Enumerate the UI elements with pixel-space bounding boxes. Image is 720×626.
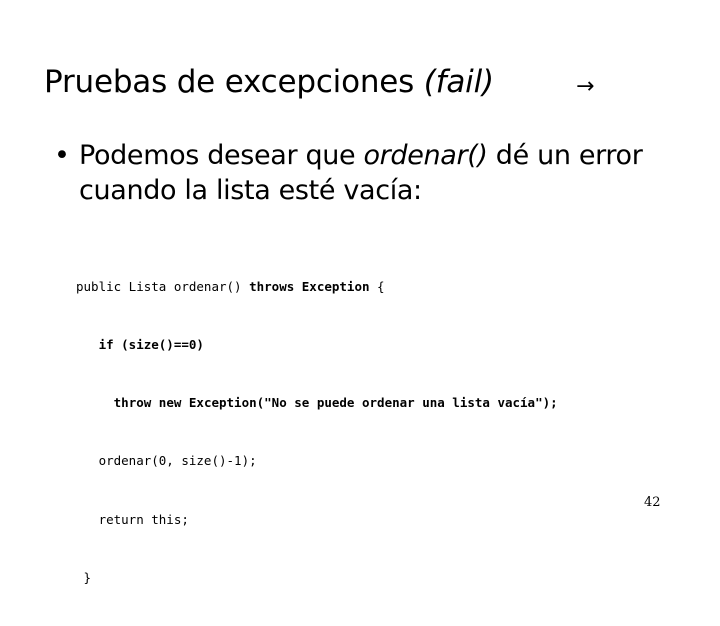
code-token-brace: { <box>369 278 385 294</box>
code-line: return this; <box>76 510 558 529</box>
right-arrow-icon: → <box>576 74 595 99</box>
page-number: 42 <box>644 495 661 510</box>
page-title: Pruebas de excepciones (fail) <box>44 63 644 101</box>
list-item: • Podemos desear que ordenar() dé un erro… <box>46 138 706 208</box>
page-title-italic: (fail) <box>423 64 494 100</box>
bullet-text-part-1: Podemos desear que <box>79 140 364 171</box>
bullet-list: • Podemos desear que ordenar() dé un erro… <box>46 138 706 208</box>
code-line: throw new Exception("No se puede ordenar… <box>76 393 558 412</box>
page-title-plain: Pruebas de excepciones <box>44 64 424 100</box>
bullet-point-icon: • <box>54 140 70 171</box>
code-block: public Lista ordenar() throws Exception … <box>76 238 558 626</box>
code-token-brace: } <box>83 569 92 585</box>
code-token: public Lista ordenar() <box>76 278 250 294</box>
code-token-keyword: if (size()==0) <box>98 337 204 353</box>
code-token-keyword: throw new Exception("No se puede ordenar… <box>113 395 558 411</box>
code-line: } <box>76 568 558 587</box>
code-token: return this; <box>98 511 189 527</box>
code-line: if (size()==0) <box>76 335 558 354</box>
code-token: ordenar(0, size()-1); <box>98 453 257 469</box>
slide-canvas: Pruebas de excepciones (fail) → • Podemos… <box>0 0 720 585</box>
code-line: public Lista ordenar() throws Exception … <box>76 277 558 296</box>
code-line: ordenar(0, size()-1); <box>76 451 558 470</box>
bullet-text-part-2-italic: ordenar() <box>363 140 488 171</box>
code-token-keyword: throws Exception <box>249 278 370 294</box>
